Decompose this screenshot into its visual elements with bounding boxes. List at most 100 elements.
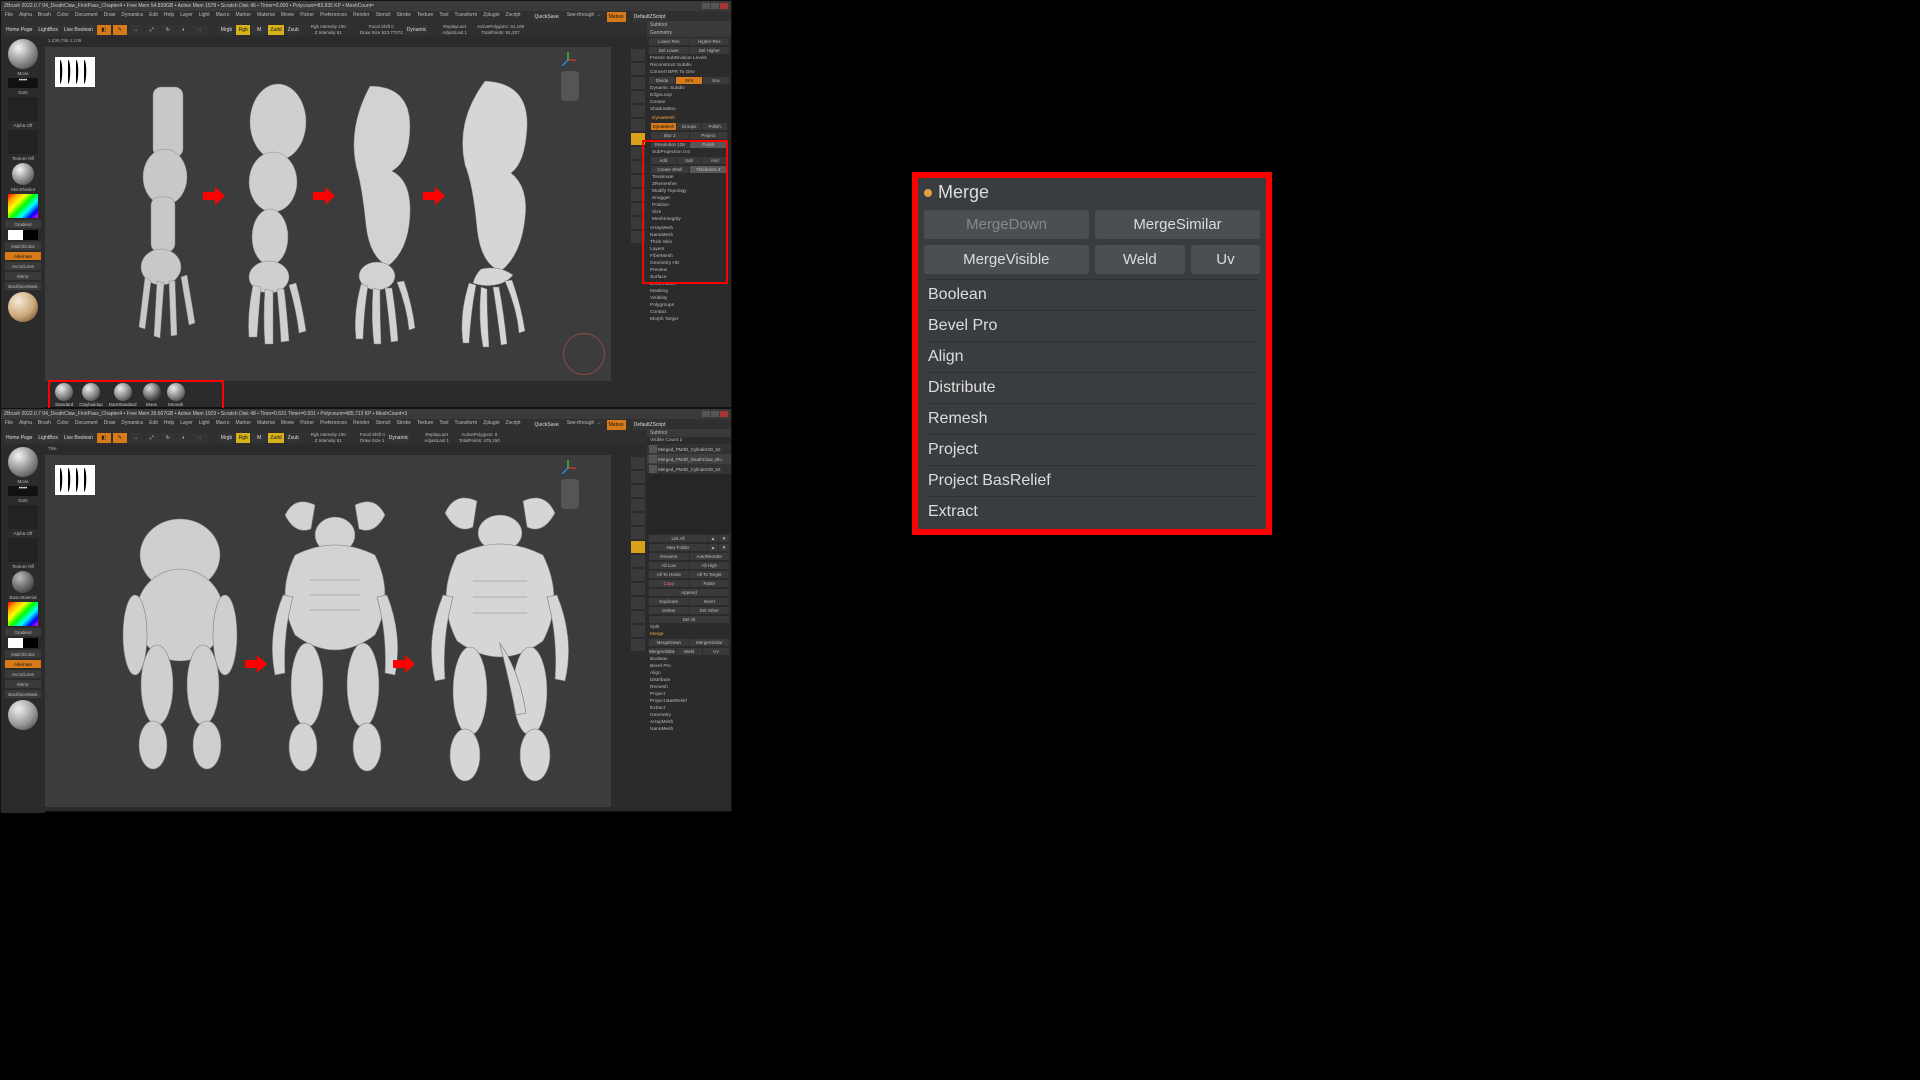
menu-color[interactable]: Color xyxy=(57,420,69,430)
quicksave-button[interactable]: QuickSave xyxy=(533,12,561,22)
boolean[interactable]: Boolean xyxy=(647,656,731,663)
menu-draw[interactable]: Draw xyxy=(104,12,116,22)
menu-alpha[interactable]: Alpha xyxy=(19,420,32,430)
zsub-button[interactable]: Zsub xyxy=(286,25,301,35)
allhigh-button[interactable]: All High xyxy=(690,562,730,569)
alltohome-button[interactable]: All To Home xyxy=(649,571,689,578)
merge-header[interactable]: Merge xyxy=(918,178,1266,207)
alternate-button[interactable]: Alternate xyxy=(5,252,41,260)
menu-layer[interactable]: Layer xyxy=(180,420,193,430)
project-item[interactable]: Project xyxy=(926,434,1258,465)
liveboolean-button[interactable]: Live Boolean xyxy=(62,25,95,35)
freeze-label[interactable]: Freeze SubDivision Levels xyxy=(647,55,731,62)
newfolder-button[interactable]: New Folder xyxy=(649,544,707,551)
menu-marker[interactable]: Marker xyxy=(235,12,251,22)
menu-light[interactable]: Light xyxy=(199,12,210,22)
menu-color[interactable]: Color xyxy=(57,12,69,22)
menu-document[interactable]: Document xyxy=(75,420,98,430)
mirror-button[interactable]: Mirror xyxy=(5,680,41,688)
distribute[interactable]: Distribute xyxy=(647,677,731,684)
persp-icon[interactable] xyxy=(631,91,645,103)
brush-damstandard[interactable]: DamStandard xyxy=(109,383,137,407)
menu-edit[interactable]: Edit xyxy=(149,12,158,22)
menu-movie[interactable]: Movie xyxy=(281,12,294,22)
thickskin[interactable]: Thick Skin xyxy=(647,239,731,246)
lowres-button[interactable]: Lower Res xyxy=(649,38,689,45)
m-button[interactable]: M xyxy=(252,25,266,35)
deformation[interactable]: Deformation xyxy=(647,281,731,288)
menu-picker[interactable]: Picker xyxy=(300,420,314,430)
smt-button[interactable]: Smt xyxy=(676,77,702,84)
menu-edit[interactable]: Edit xyxy=(149,420,158,430)
meshintegrity[interactable]: MeshIntegrity xyxy=(649,216,729,223)
extract-item[interactable]: Extract xyxy=(926,496,1258,527)
home-button[interactable]: Home Page xyxy=(4,25,34,35)
groups-button[interactable]: Groups xyxy=(677,123,702,130)
polyframe-icon[interactable] xyxy=(631,231,645,243)
delhigher-button[interactable]: Del Higher xyxy=(690,47,730,54)
menu-zplugin[interactable]: Zplugin xyxy=(483,12,499,22)
mergedown-button[interactable]: MergeDown xyxy=(924,210,1089,239)
menu-zplugin[interactable]: Zplugin xyxy=(483,420,499,430)
menu-file[interactable]: File xyxy=(5,12,13,22)
rotate-icon[interactable]: ↻ xyxy=(161,25,175,35)
alternate-button[interactable]: Alternate xyxy=(5,660,41,668)
zoom-icon[interactable] xyxy=(631,161,645,173)
brush-claybuildup[interactable]: Claybuildup xyxy=(79,383,103,407)
alpha-slot[interactable] xyxy=(8,505,38,529)
texture-slot[interactable] xyxy=(8,130,38,154)
preview[interactable]: Preview xyxy=(647,267,731,274)
z-intensity-label[interactable]: Z Intensity 51 xyxy=(311,438,346,443)
size[interactable]: Size xyxy=(649,209,729,216)
mrgb-button[interactable]: Mrgb xyxy=(219,433,234,443)
material-ball-clay[interactable] xyxy=(8,292,38,322)
autoreorder-button[interactable]: AutoReorder xyxy=(690,553,730,560)
maximize-icon[interactable] xyxy=(711,411,719,417)
lightbox-button[interactable]: LightBox xyxy=(36,433,59,443)
lightbox-button[interactable]: LightBox xyxy=(36,25,59,35)
bw-swatch[interactable] xyxy=(8,230,38,240)
camera-icon[interactable] xyxy=(631,485,645,497)
gradient-button[interactable]: Gradient xyxy=(5,220,41,228)
remesh[interactable]: Remesh xyxy=(647,684,731,691)
quicksave-button[interactable]: QuickSave xyxy=(533,420,561,430)
uv-button[interactable]: Uv xyxy=(1191,245,1260,274)
move-icon[interactable]: ↔ xyxy=(129,433,143,443)
bw-swatch[interactable] xyxy=(8,638,38,648)
stroke-icon[interactable]: •••• xyxy=(8,78,38,88)
menu-material[interactable]: Material xyxy=(257,12,275,22)
brush-standard[interactable]: Standard xyxy=(55,383,73,407)
camera-icon[interactable] xyxy=(631,77,645,89)
rotate-view-icon[interactable] xyxy=(631,583,645,595)
extra-icon[interactable]: ◌ xyxy=(193,433,207,443)
move-icon[interactable]: ↔ xyxy=(129,25,143,35)
fibermesh[interactable]: FiberMesh xyxy=(647,253,731,260)
snapshot-icon[interactable] xyxy=(631,471,645,483)
append-button[interactable]: Append xyxy=(649,589,729,596)
home-button[interactable]: Home Page xyxy=(4,433,34,443)
subtool-item-2[interactable]: Merged_PM3D_Cylinder3D_53 xyxy=(647,464,731,474)
menu-dynamics[interactable]: Dynamics xyxy=(121,420,143,430)
nanomesh[interactable]: NanoMesh xyxy=(647,726,731,733)
zadd-button[interactable]: Zadd xyxy=(268,25,283,35)
delother-button[interactable]: Del Other xyxy=(690,607,730,614)
stroke-icon[interactable]: •••• xyxy=(8,486,38,496)
menu-dynamics[interactable]: Dynamics xyxy=(121,12,143,22)
menu-marker[interactable]: Marker xyxy=(235,420,251,430)
paste-button[interactable]: Paste xyxy=(690,580,730,587)
backfacemask-button[interactable]: BackfaceMask xyxy=(5,690,41,698)
minimize-icon[interactable] xyxy=(702,3,710,9)
snapshot-icon[interactable] xyxy=(631,63,645,75)
color-picker[interactable] xyxy=(8,194,38,218)
shadowbox[interactable]: ShadowBox xyxy=(647,106,731,113)
duplicate-button[interactable]: Duplicate xyxy=(649,598,689,605)
menu-movie[interactable]: Movie xyxy=(281,420,294,430)
extract[interactable]: Extract xyxy=(647,705,731,712)
draw-size-label[interactable]: Draw Size 523.77072 xyxy=(360,30,403,35)
bpr-icon[interactable] xyxy=(631,457,645,469)
texture-slot[interactable] xyxy=(8,538,38,562)
divide-button[interactable]: Divide xyxy=(649,77,675,84)
viewport-top[interactable] xyxy=(45,47,611,381)
rgb-intensity-label[interactable]: Rgb Intensity 100 xyxy=(311,24,346,29)
alpha-slot[interactable] xyxy=(8,97,38,121)
